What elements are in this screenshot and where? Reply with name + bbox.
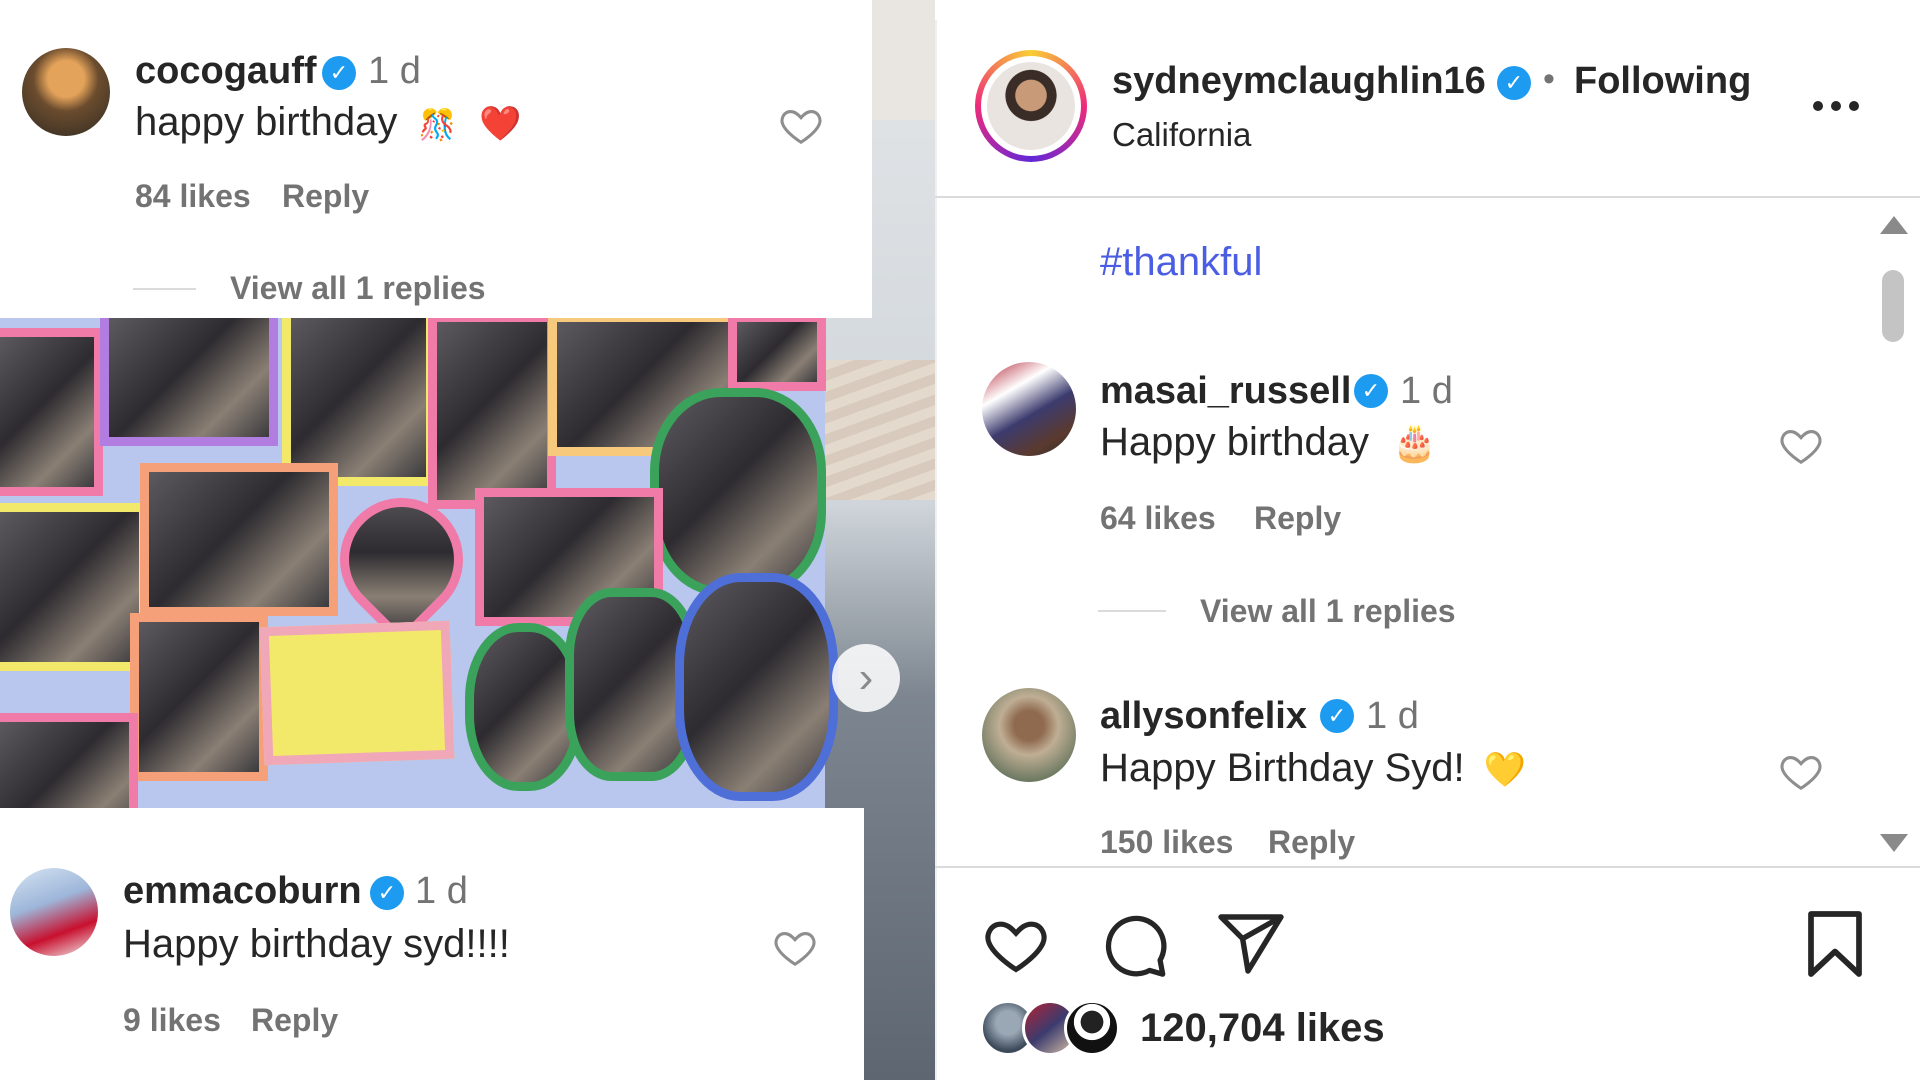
red-heart-emoji: ❤️	[479, 105, 522, 143]
post-location[interactable]: California	[1112, 116, 1251, 154]
comment-username[interactable]: masai_russell	[1100, 370, 1351, 413]
post-panel	[935, 20, 1920, 1080]
collage-photo	[130, 613, 268, 781]
heart-icon[interactable]	[980, 910, 1052, 978]
yellow-heart-emoji: 💛	[1483, 751, 1527, 789]
avatar[interactable]	[982, 362, 1076, 456]
reply-button[interactable]: Reply	[1254, 500, 1341, 537]
caption-hashtag[interactable]: #thankful	[1100, 240, 1262, 285]
more-horizontal-icon[interactable]	[1812, 98, 1860, 114]
comment-text: Happy Birthday Syd! 💛	[1100, 746, 1526, 791]
collage-photo	[675, 573, 838, 801]
comment-text-body: happy birthday	[135, 100, 398, 144]
replies-divider	[133, 288, 196, 290]
comment-username[interactable]: cocogauff	[135, 50, 317, 93]
comment-username[interactable]: emmacoburn	[123, 870, 362, 913]
following-button[interactable]: Following	[1574, 60, 1751, 103]
comment-icon[interactable]	[1100, 910, 1170, 980]
comment-text-body: Happy Birthday Syd!	[1100, 746, 1465, 790]
collage-photo	[282, 308, 435, 486]
comment-card: emmacoburn ✓ 1 d Happy birthday syd!!!! …	[0, 808, 864, 1080]
collage-photo	[428, 313, 556, 509]
liker-avatar[interactable]	[1064, 1000, 1120, 1056]
view-replies-button[interactable]: View all 1 replies	[1200, 593, 1456, 630]
reply-button[interactable]: Reply	[251, 1002, 338, 1039]
author-username[interactable]: sydneymclaughlin16	[1112, 60, 1486, 103]
next-photo-button[interactable]: ›	[832, 644, 900, 712]
verified-badge-icon: ✓	[1497, 66, 1531, 100]
collage-photo	[728, 313, 826, 391]
comment-text: Happy birthday syd!!!!	[123, 922, 510, 966]
avatar[interactable]	[982, 688, 1076, 782]
comment-likes[interactable]: 9 likes	[123, 1002, 221, 1039]
comment-likes[interactable]: 64 likes	[1100, 500, 1216, 537]
share-icon[interactable]	[1215, 908, 1287, 980]
comment-likes[interactable]: 150 likes	[1100, 824, 1233, 861]
comment-time[interactable]: 1 d	[415, 870, 468, 913]
scrollbar-thumb[interactable]	[1882, 270, 1904, 342]
like-comment-heart-icon[interactable]	[1778, 748, 1824, 794]
collage-photo	[140, 463, 338, 616]
comment-text-body: Happy birthday	[1100, 420, 1370, 464]
header-divider	[935, 196, 1920, 198]
cake-emoji: 🎂	[1392, 422, 1437, 463]
like-comment-heart-icon[interactable]	[772, 924, 818, 970]
author-avatar[interactable]	[987, 62, 1075, 150]
scroll-up-arrow-icon[interactable]	[1880, 216, 1908, 234]
verified-badge-icon: ✓	[1320, 699, 1354, 733]
handwritten-note	[259, 620, 455, 766]
like-comment-heart-icon[interactable]	[778, 102, 824, 148]
confetti-emoji: 🎊	[418, 109, 456, 142]
comment-time[interactable]: 1 d	[1366, 695, 1419, 738]
actions-divider	[935, 866, 1920, 868]
collage-photo	[650, 388, 826, 596]
verified-badge-icon: ✓	[1354, 374, 1388, 408]
comment-text: happy birthday 🎊 ❤️	[135, 100, 521, 145]
avatar[interactable]	[10, 868, 98, 956]
reply-button[interactable]: Reply	[282, 178, 369, 215]
floor-background	[825, 360, 935, 500]
bookmark-icon[interactable]	[1803, 908, 1867, 980]
comment-time[interactable]: 1 d	[368, 50, 421, 93]
comment-username[interactable]: allysonfelix	[1100, 695, 1307, 738]
reply-button[interactable]: Reply	[1268, 824, 1355, 861]
header-separator: •	[1543, 60, 1555, 98]
avatar[interactable]	[22, 48, 110, 136]
collage-photo	[0, 328, 103, 496]
like-comment-heart-icon[interactable]	[1778, 422, 1824, 468]
collage-photo	[0, 503, 148, 671]
view-replies-button[interactable]: View all 1 replies	[230, 270, 486, 307]
comment-text: Happy birthday 🎂	[1100, 420, 1437, 465]
comment-time[interactable]: 1 d	[1400, 370, 1453, 413]
comment-card: cocogauff ✓ 1 d happy birthday 🎊 ❤️ 84 l…	[0, 0, 872, 318]
verified-badge-icon: ✓	[370, 876, 404, 910]
verified-badge-icon: ✓	[322, 56, 356, 90]
collage-photo	[100, 308, 278, 446]
chevron-right-icon: ›	[858, 653, 874, 702]
comment-likes[interactable]: 84 likes	[135, 178, 251, 215]
post-likes-count[interactable]: 120,704 likes	[1140, 1006, 1385, 1051]
scroll-down-arrow-icon[interactable]	[1880, 834, 1908, 852]
replies-divider	[1098, 610, 1166, 612]
photo-collage	[0, 308, 838, 851]
